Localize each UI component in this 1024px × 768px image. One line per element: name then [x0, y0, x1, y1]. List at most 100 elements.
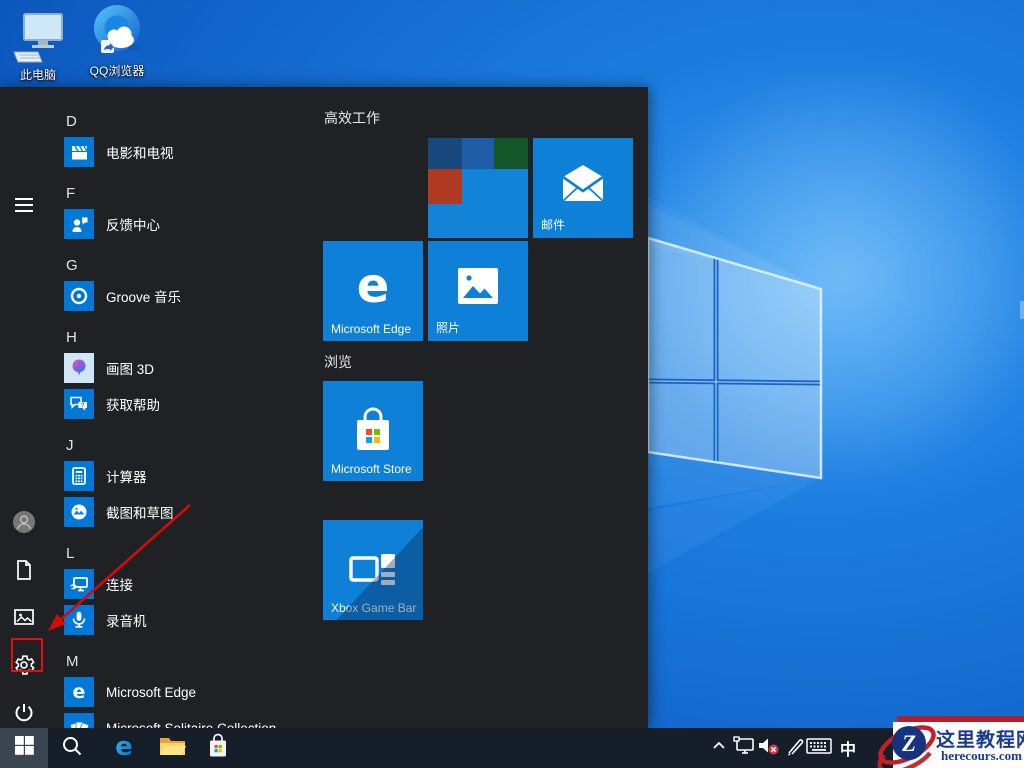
app-name: 画图 3D: [106, 358, 154, 378]
connect-icon: [64, 569, 94, 599]
desktop-icon-qq-browser[interactable]: QQ浏览器: [79, 4, 155, 79]
folder-icon: [159, 735, 186, 762]
app-row-connect[interactable]: 连接: [64, 566, 314, 602]
app-list-letter-J[interactable]: J: [66, 433, 74, 458]
app-name: 电影和电视: [106, 142, 174, 162]
paint-3d-icon: [64, 353, 94, 383]
tray-pen-button[interactable]: [782, 728, 808, 768]
app-name: 录音机: [106, 610, 147, 630]
tile-label: 邮件: [541, 216, 565, 233]
feedback-hub-icon: [64, 209, 94, 239]
desktop-icon-label: 此电脑: [0, 66, 76, 83]
snip-sketch-icon: [64, 497, 94, 527]
rail-item-pictures[interactable]: [0, 595, 48, 643]
app-row-calculator[interactable]: 计算器: [64, 458, 314, 494]
taskbar-explorer-button[interactable]: [148, 728, 196, 768]
app-name: 计算器: [106, 466, 147, 486]
ime-indicator[interactable]: 中: [836, 728, 860, 768]
app-row-get-help[interactable]: ? 获取帮助: [64, 386, 314, 422]
power-icon: [13, 702, 35, 729]
user-icon: [12, 510, 36, 539]
app-row-edge[interactable]: eMicrosoft Edge: [64, 674, 314, 710]
tile-label: 照片: [436, 319, 460, 336]
ime-label: 中: [840, 736, 856, 760]
app-list-letter-G[interactable]: G: [66, 253, 78, 278]
desktop-icon-this-pc[interactable]: 此电脑: [0, 8, 76, 83]
app-list-letter-H[interactable]: H: [66, 325, 77, 350]
rail-item-power[interactable]: [0, 691, 48, 728]
speaker-muted-icon: [757, 735, 781, 762]
app-row-movies-tv[interactable]: 电影和电视: [64, 134, 314, 170]
app-list-letter-D[interactable]: D: [66, 109, 77, 134]
document-icon: [13, 559, 35, 586]
hamburger-icon: [13, 194, 35, 221]
app-row-solitaire[interactable]: Microsoft Solitaire Collection: [64, 710, 314, 728]
this-pc-icon: [0, 8, 76, 64]
taskbar-search-button[interactable]: [48, 728, 96, 768]
store-bag-icon: [206, 733, 230, 764]
pen-icon: [785, 736, 805, 761]
app-list-letter-F[interactable]: F: [66, 181, 75, 206]
svg-text:e: e: [73, 681, 86, 703]
svg-text:e: e: [115, 732, 133, 760]
tile-group-title: 浏览: [324, 352, 352, 372]
pictures-icon: [13, 606, 35, 633]
tray-volume-button[interactable]: [756, 728, 782, 768]
desktop-screen: 此电脑: [0, 0, 1024, 768]
rail-item-documents[interactable]: [0, 548, 48, 596]
tile-mosaic[interactable]: [428, 138, 528, 238]
tile-photos[interactable]: 照片: [428, 241, 528, 341]
calculator-icon: [64, 461, 94, 491]
taskbar-start-button[interactable]: [0, 728, 48, 768]
desktop-icon-label: QQ浏览器: [79, 62, 155, 79]
app-name: 获取帮助: [106, 394, 160, 414]
groove-music-icon: [64, 281, 94, 311]
app-row-voice-recorder[interactable]: 录音机: [64, 602, 314, 638]
highlight-box: [11, 638, 43, 672]
svg-text:e: e: [357, 258, 390, 314]
rail-item-user[interactable]: [0, 500, 48, 548]
taskbar-edge-button[interactable]: e: [100, 728, 148, 768]
shortcut-arrow-icon: [101, 40, 114, 53]
svg-text:?: ?: [81, 402, 85, 409]
app-row-feedback-hub[interactable]: 反馈中心: [64, 206, 314, 242]
tile-label: Microsoft Store: [331, 462, 412, 476]
tray-network-button[interactable]: [731, 728, 757, 768]
tile-mail[interactable]: 邮件: [533, 138, 633, 238]
app-name: 截图和草图: [106, 502, 174, 522]
mosaic-block: [494, 138, 528, 169]
mosaic-block: [462, 138, 494, 169]
app-row-snip-sketch[interactable]: 截图和草图: [64, 494, 314, 530]
app-name: 反馈中心: [106, 214, 160, 234]
solitaire-icon: [64, 713, 94, 728]
movies-tv-icon: [64, 137, 94, 167]
start-menu: D 电影和电视 F 反馈中心 G Groove 音乐 H 画图 3D? 获取帮助 J 计算器截图和草…: [0, 87, 648, 728]
app-name: Microsoft Solitaire Collection: [106, 721, 276, 729]
app-row-paint-3d[interactable]: 画图 3D: [64, 350, 314, 386]
tile-edge-tile[interactable]: eMicrosoft Edge: [323, 241, 423, 341]
edge-icon: e: [64, 677, 94, 707]
qq-browser-icon: [79, 4, 155, 60]
rail-item-menu[interactable]: [0, 183, 48, 231]
taskbar: e 中: [0, 728, 1024, 768]
app-row-groove-music[interactable]: Groove 音乐: [64, 278, 314, 314]
chevron-up-icon: [711, 738, 727, 759]
windows-logo-icon: [15, 736, 34, 760]
network-pc-icon: [733, 736, 755, 761]
mosaic-block: [428, 138, 462, 169]
search-icon: [61, 735, 83, 762]
mosaic-block: [428, 169, 462, 204]
tile-store[interactable]: Microsoft Store: [323, 381, 423, 481]
app-list-letter-L[interactable]: L: [66, 541, 74, 566]
taskbar-store-button[interactable]: [194, 728, 242, 768]
voice-recorder-icon: [64, 605, 94, 635]
tile-xbox-game-bar[interactable]: Xbox Game Bar: [323, 520, 423, 620]
edge-browser-icon: e: [110, 732, 138, 765]
tile-label: Xbox Game Bar: [331, 601, 416, 615]
tile-group-title: 高效工作: [324, 108, 380, 128]
tray-touch-keyboard-button[interactable]: [806, 728, 832, 768]
app-name: 连接: [106, 574, 133, 594]
app-list-letter-M[interactable]: M: [66, 649, 79, 674]
app-name: Groove 音乐: [106, 286, 181, 306]
tray-show-hidden-button[interactable]: [706, 728, 732, 768]
